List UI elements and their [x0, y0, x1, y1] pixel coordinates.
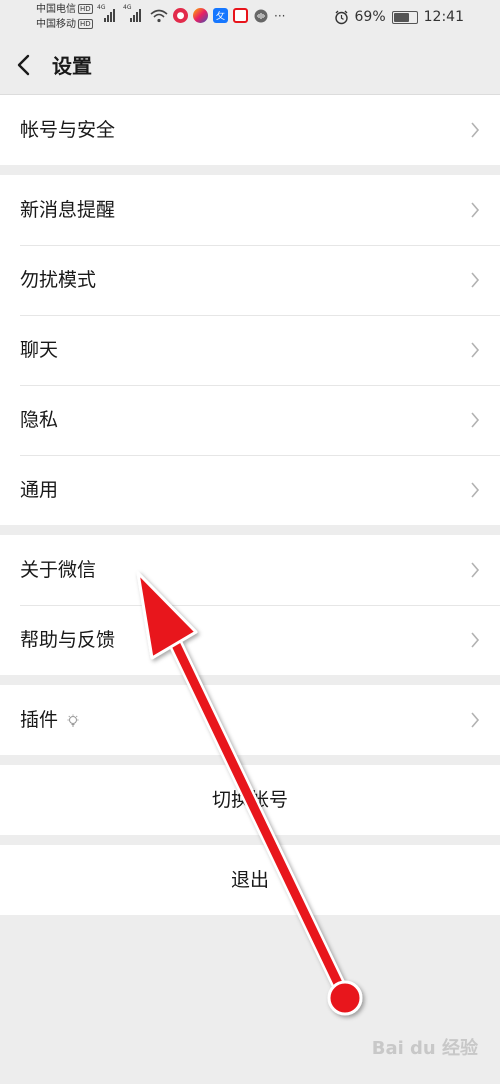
app-icon-blue: 攵 [213, 8, 228, 23]
settings-item-label: 聊天 [20, 339, 59, 361]
chevron-right-icon [471, 562, 480, 578]
chevron-right-icon [471, 122, 480, 138]
alarm-icon [334, 10, 348, 24]
chevron-right-icon [471, 272, 480, 288]
logout-label: 退出 [230, 869, 269, 891]
page-title: 设置 [52, 54, 92, 78]
settings-item-privacy[interactable]: 隐私 [0, 385, 500, 455]
switch-account-label: 切换帐号 [211, 789, 288, 811]
settings-item-chat[interactable]: 聊天 [0, 315, 500, 385]
chevron-right-icon [471, 412, 480, 428]
chevron-right-icon [471, 632, 480, 648]
settings-item-label: 帐号与安全 [20, 119, 116, 141]
nav-bar: 设置 [0, 36, 500, 95]
app-icon-red: ● [173, 8, 188, 23]
plugin-lightbulb-icon [67, 714, 79, 726]
baidu-watermark: Bai du 经验 [371, 1038, 478, 1059]
signal-icon-1 [104, 8, 115, 22]
settings-group-account: 帐号与安全 [0, 95, 500, 165]
settings-item-account-security[interactable]: 帐号与安全 [0, 95, 500, 165]
switch-account-button[interactable]: 切换帐号 [0, 765, 500, 835]
settings-item-general[interactable]: 通用 [0, 455, 500, 525]
wifi-icon [150, 9, 168, 22]
logout-button[interactable]: 退出 [0, 845, 500, 915]
settings-group-about: 关于微信 帮助与反馈 [0, 535, 500, 675]
battery-percent: 69% [354, 9, 386, 25]
settings-item-help-feedback[interactable]: 帮助与反馈 [0, 605, 500, 675]
settings-item-label: 关于微信 [20, 559, 97, 581]
settings-item-label: 新消息提醒 [20, 199, 116, 221]
settings-item-plugins[interactable]: 插件 [0, 685, 500, 755]
chevron-right-icon [471, 712, 480, 728]
settings-item-label: 勿扰模式 [20, 269, 97, 291]
settings-item-label: 隐私 [20, 409, 59, 431]
app-icon-audio [254, 9, 268, 22]
back-arrow-icon[interactable] [14, 53, 36, 77]
battery-icon [391, 10, 418, 24]
more-dots-icon: ··· [274, 8, 286, 23]
carrier-2: 中国移动 HD [36, 19, 93, 30]
app-icon-colorful [193, 8, 208, 23]
settings-item-label: 帮助与反馈 [20, 629, 116, 651]
signal-icon-2 [130, 8, 141, 22]
chevron-right-icon [471, 342, 480, 358]
chevron-right-icon [471, 202, 480, 218]
settings-group-general: 新消息提醒 勿扰模式 聊天 隐私 通用 [0, 175, 500, 525]
clock-time: 12:41 [423, 9, 464, 25]
settings-item-label: 通用 [20, 479, 59, 501]
settings-item-do-not-disturb[interactable]: 勿扰模式 [0, 245, 500, 315]
status-bar: 中国电信 HD 中国移动 HD 4G 4G ● 攵 ··· 69% 12:41 [0, 0, 500, 36]
settings-group-plugins: 插件 [0, 685, 500, 755]
settings-item-notifications[interactable]: 新消息提醒 [0, 175, 500, 245]
settings-item-about-wechat[interactable]: 关于微信 [0, 535, 500, 605]
settings-item-label: 插件 [20, 707, 80, 733]
app-icon-red-square [233, 8, 248, 23]
carrier-1: 中国电信 HD [36, 4, 93, 15]
chevron-right-icon [471, 482, 480, 498]
